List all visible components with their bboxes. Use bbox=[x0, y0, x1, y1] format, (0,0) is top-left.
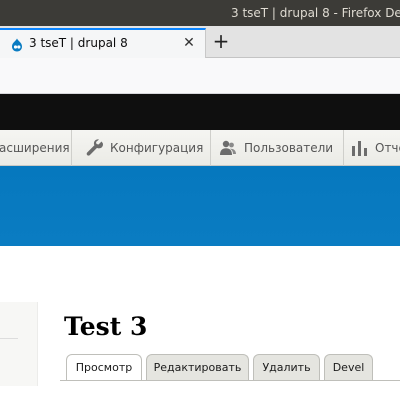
tab-devel[interactable]: Devel bbox=[324, 354, 373, 380]
tab-edit[interactable]: Редактировать bbox=[146, 354, 249, 380]
tray-item-extend[interactable]: асширения bbox=[0, 130, 72, 166]
browser-nav-bar bbox=[0, 58, 400, 94]
drupal-toolbar-tray: асширения Конфигурация Пользователи Отче bbox=[0, 130, 400, 166]
page-title: Test 3 bbox=[64, 312, 148, 341]
tray-item-label: Отче bbox=[375, 141, 400, 155]
drupal-favicon-icon bbox=[12, 38, 22, 52]
tray-item-people[interactable]: Пользователи bbox=[211, 130, 344, 166]
bar-chart-icon bbox=[352, 141, 367, 156]
tray-item-configuration[interactable]: Конфигурация bbox=[72, 130, 211, 166]
browser-tab-strip: 3 tseT | drupal 8 ✕ + bbox=[0, 26, 400, 58]
tray-item-label: Пользователи bbox=[244, 141, 334, 155]
sidebar-block bbox=[0, 302, 38, 386]
close-tab-icon[interactable]: ✕ bbox=[182, 36, 196, 50]
browser-tab[interactable]: 3 tseT | drupal 8 ✕ bbox=[0, 28, 206, 58]
tray-item-label: асширения bbox=[0, 141, 70, 155]
tray-item-label: Конфигурация bbox=[110, 141, 204, 155]
tab-view[interactable]: Просмотр bbox=[66, 354, 142, 380]
new-tab-button[interactable]: + bbox=[210, 30, 232, 52]
tabs-baseline bbox=[60, 380, 400, 381]
wrench-icon bbox=[86, 139, 103, 156]
people-icon bbox=[220, 140, 236, 155]
site-header bbox=[0, 166, 400, 246]
local-tasks-tabs: Просмотр Редактировать Удалить Devel bbox=[60, 354, 400, 380]
browser-tab-title: 3 tseT | drupal 8 bbox=[29, 36, 128, 50]
tray-item-reports[interactable]: Отче bbox=[344, 130, 400, 166]
sidebar-divider bbox=[0, 338, 18, 339]
tab-delete[interactable]: Удалить bbox=[253, 354, 320, 380]
window-titlebar: 3 tseT | drupal 8 - Firefox Deve bbox=[0, 0, 400, 26]
drupal-admin-toolbar bbox=[0, 94, 400, 130]
window-title: 3 tseT | drupal 8 - Firefox Deve bbox=[231, 6, 400, 20]
